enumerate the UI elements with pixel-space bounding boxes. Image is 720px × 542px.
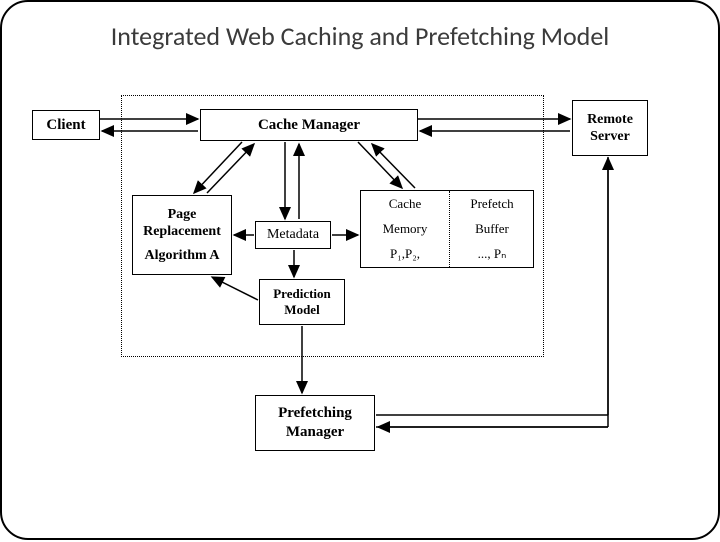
slide-frame: Integrated Web Caching and Prefetching M…	[0, 0, 720, 540]
diagram-arrows	[2, 2, 720, 542]
